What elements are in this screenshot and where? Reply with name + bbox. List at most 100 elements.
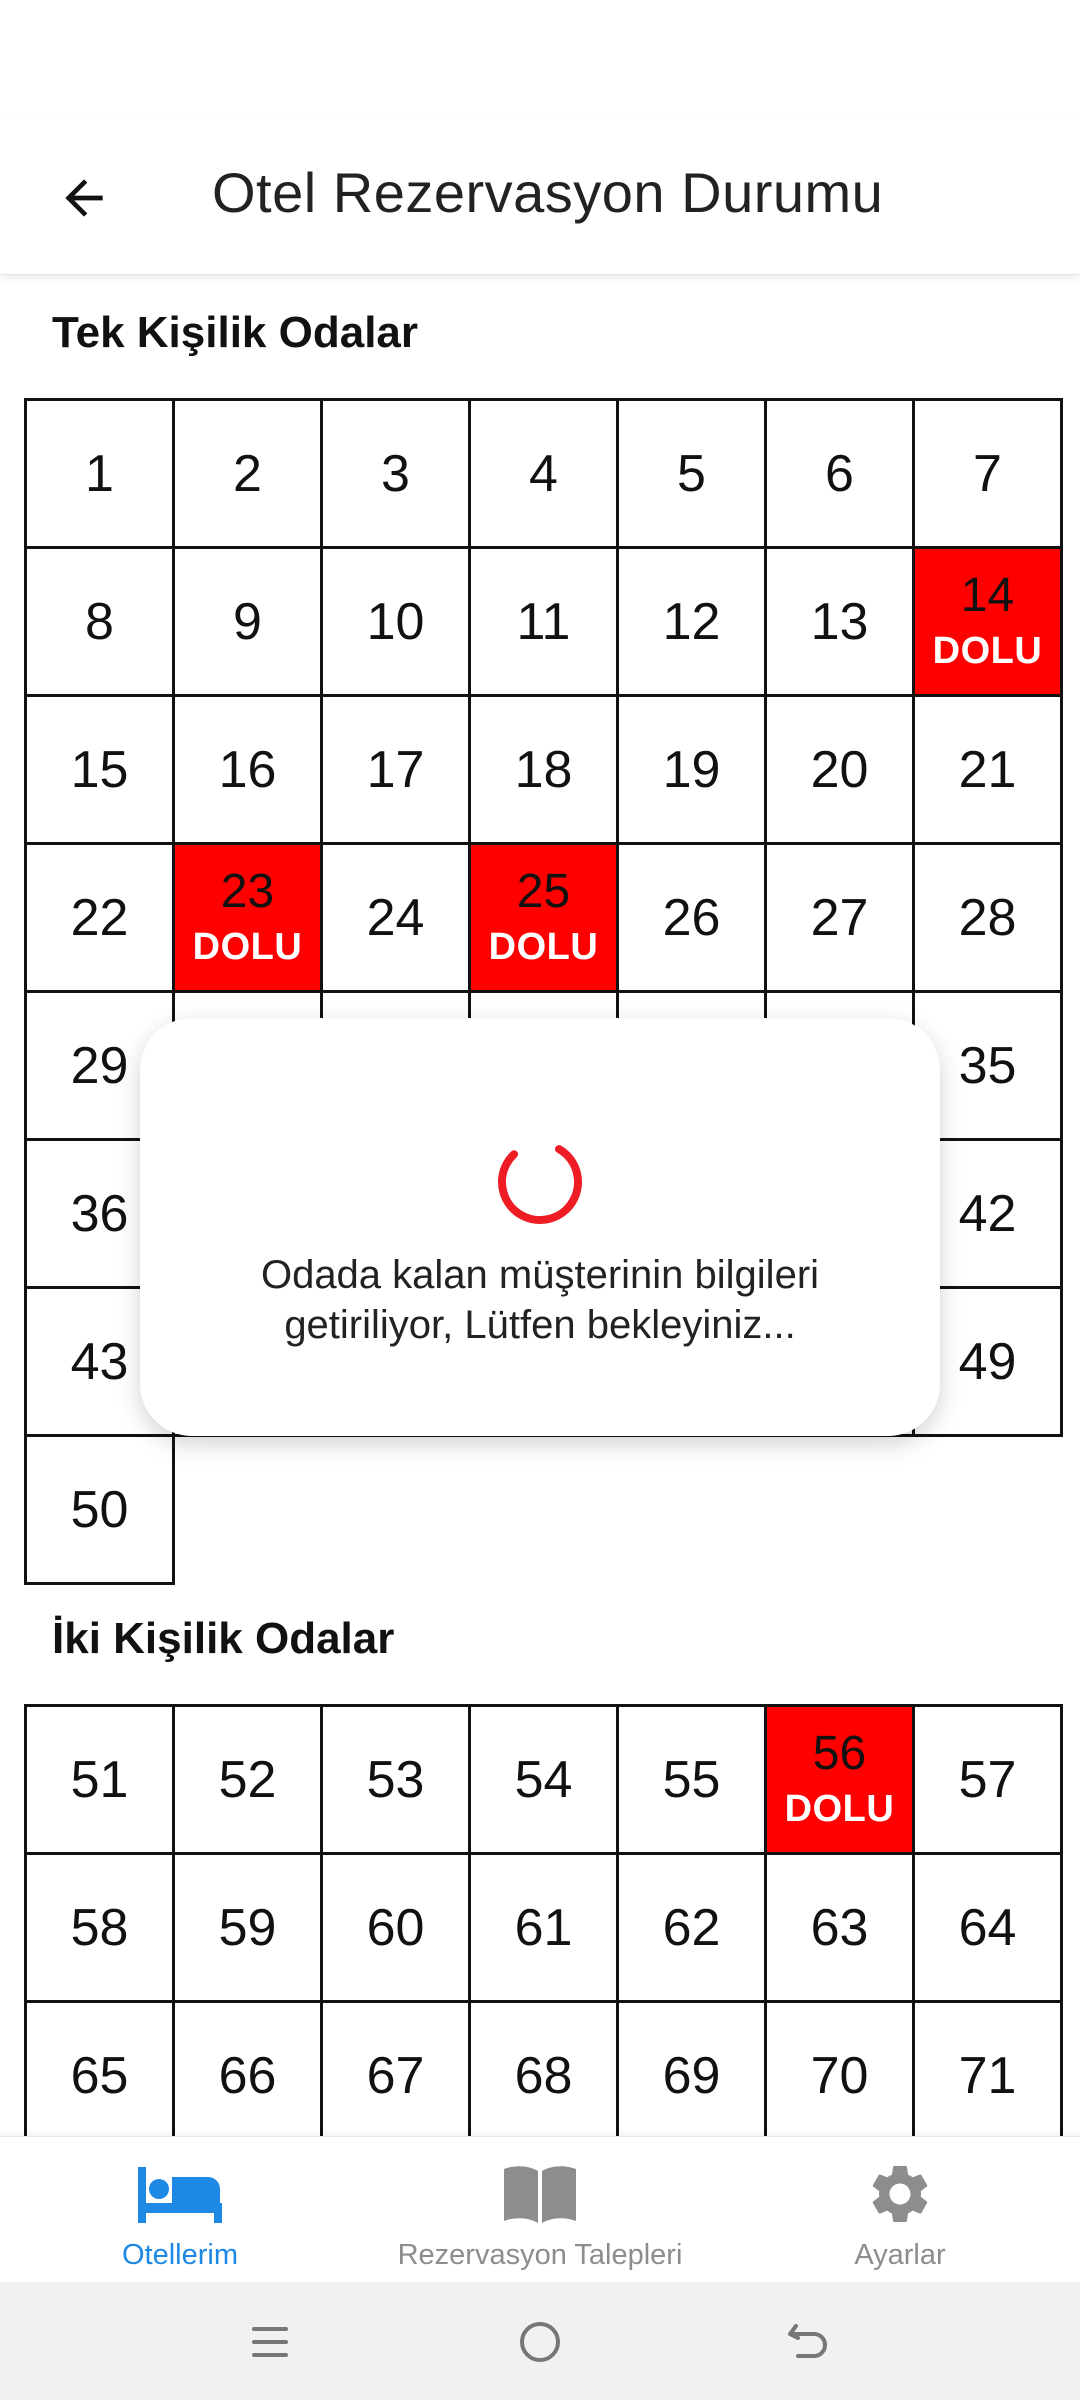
room-cell[interactable]: 50	[24, 1434, 175, 1585]
room-grid-double: 51 52 53 54 55 56 DOLU 57 58 59 60 61 62 63 64 65 66 67 68…	[24, 1704, 1063, 2136]
loading-message: Odada kalan müşterinin bilgileri getiril…	[260, 1253, 820, 1347]
room-cell[interactable]: 27	[764, 842, 915, 993]
back-icon	[788, 2324, 827, 2358]
room-number: 42	[958, 1184, 1017, 1243]
room-cell[interactable]: 20	[764, 694, 915, 845]
room-cell[interactable]: 4	[468, 398, 619, 549]
room-cell[interactable]: 18	[468, 694, 619, 845]
room-cell[interactable]: 52	[172, 1704, 323, 1855]
room-number: 9	[233, 592, 262, 651]
room-cell[interactable]: 9	[172, 546, 323, 697]
system-menu-button[interactable]	[240, 2312, 300, 2372]
room-number: 15	[70, 740, 129, 799]
app-screen: Otel Rezervasyon Durumu Tek Kişilik Odal…	[0, 0, 1080, 2400]
room-number: 1	[85, 444, 114, 503]
room-cell[interactable]: 8	[24, 546, 175, 697]
system-back-button[interactable]	[778, 2312, 838, 2372]
room-cell[interactable]: 5	[616, 398, 767, 549]
room-number: 70	[810, 2046, 869, 2105]
status-bar-area	[0, 0, 1080, 120]
room-cell[interactable]: 53	[320, 1704, 471, 1855]
room-number: 11	[516, 592, 571, 651]
room-number: 23	[220, 865, 275, 918]
nav-item-rezervasyon-talepleri[interactable]: Rezervasyon Talepleri	[390, 2137, 690, 2283]
room-number: 8	[85, 592, 114, 651]
room-cell[interactable]: 55	[616, 1704, 767, 1855]
room-cell[interactable]: 11	[468, 546, 619, 697]
room-cell[interactable]: 69	[616, 2000, 767, 2136]
room-number: 3	[381, 444, 410, 503]
nav-label-ayarlar: Ayarlar	[854, 2239, 946, 2271]
room-cell[interactable]: 62	[616, 1852, 767, 2003]
room-number: 35	[958, 1036, 1017, 1095]
room-cell[interactable]: 63	[764, 1852, 915, 2003]
room-cell[interactable]: 68	[468, 2000, 619, 2136]
room-cell[interactable]: 22	[24, 842, 175, 993]
room-cell[interactable]: 66	[172, 2000, 323, 2136]
room-number: 18	[514, 740, 573, 799]
room-cell[interactable]: 67	[320, 2000, 471, 2136]
room-number: 57	[958, 1750, 1017, 1809]
room-cell-occupied[interactable]: 25 DOLU	[468, 842, 619, 993]
nav-item-otellerim[interactable]: Otellerim	[80, 2137, 280, 2283]
room-number: 22	[70, 888, 129, 947]
gear-icon	[865, 2161, 935, 2227]
room-cell[interactable]: 24	[320, 842, 471, 993]
room-cell[interactable]: 58	[24, 1852, 175, 2003]
room-cell[interactable]: 3	[320, 398, 471, 549]
room-cell[interactable]: 57	[912, 1704, 1063, 1855]
room-number: 62	[662, 1898, 721, 1957]
room-cell[interactable]: 28	[912, 842, 1063, 993]
room-cell[interactable]: 13	[764, 546, 915, 697]
system-home-button[interactable]	[510, 2312, 570, 2372]
room-number: 52	[218, 1750, 277, 1809]
room-number: 29	[70, 1036, 129, 1095]
room-cell[interactable]: 60	[320, 1852, 471, 2003]
room-cell[interactable]: 7	[912, 398, 1063, 549]
nav-item-ayarlar[interactable]: Ayarlar	[820, 2137, 980, 2283]
room-cell[interactable]: 10	[320, 546, 471, 697]
room-number: 28	[958, 888, 1017, 947]
room-number: 63	[810, 1898, 869, 1957]
room-number: 53	[366, 1750, 425, 1809]
section-title-double: İki Kişilik Odalar	[52, 1614, 395, 1663]
room-number: 6	[825, 444, 854, 503]
room-cell[interactable]: 65	[24, 2000, 175, 2136]
room-cell-occupied[interactable]: 56 DOLU	[764, 1704, 915, 1855]
room-cell[interactable]: 54	[468, 1704, 619, 1855]
room-cell[interactable]: 2	[172, 398, 323, 549]
room-number: 25	[516, 865, 571, 918]
room-cell[interactable]: 70	[764, 2000, 915, 2136]
room-number: 54	[514, 1750, 573, 1809]
room-cell[interactable]: 12	[616, 546, 767, 697]
room-cell-occupied[interactable]: 23 DOLU	[172, 842, 323, 993]
room-number: 58	[70, 1898, 129, 1957]
room-number: 21	[958, 740, 1017, 799]
room-cell[interactable]: 71	[912, 2000, 1063, 2136]
room-number: 36	[70, 1184, 129, 1243]
book-icon	[502, 2161, 578, 2227]
room-cell[interactable]: 19	[616, 694, 767, 845]
room-status-label: DOLU	[784, 1788, 895, 1830]
room-number: 2	[233, 444, 262, 503]
room-number: 55	[662, 1750, 721, 1809]
back-button[interactable]	[44, 158, 124, 238]
room-cell[interactable]: 6	[764, 398, 915, 549]
room-cell[interactable]: 21	[912, 694, 1063, 845]
room-cell[interactable]: 64	[912, 1852, 1063, 2003]
room-cell[interactable]: 51	[24, 1704, 175, 1855]
room-cell[interactable]: 59	[172, 1852, 323, 2003]
room-cell[interactable]: 15	[24, 694, 175, 845]
room-cell[interactable]: 26	[616, 842, 767, 993]
room-number: 60	[366, 1898, 425, 1957]
room-cell[interactable]: 16	[172, 694, 323, 845]
room-cell[interactable]: 17	[320, 694, 471, 845]
room-number: 7	[973, 444, 1002, 503]
room-cell[interactable]: 61	[468, 1852, 619, 2003]
room-number: 26	[662, 888, 721, 947]
room-number: 13	[810, 592, 869, 651]
room-number: 14	[960, 569, 1015, 622]
room-number: 43	[70, 1332, 129, 1391]
room-cell[interactable]: 1	[24, 398, 175, 549]
room-cell-occupied[interactable]: 14 DOLU	[912, 546, 1063, 697]
